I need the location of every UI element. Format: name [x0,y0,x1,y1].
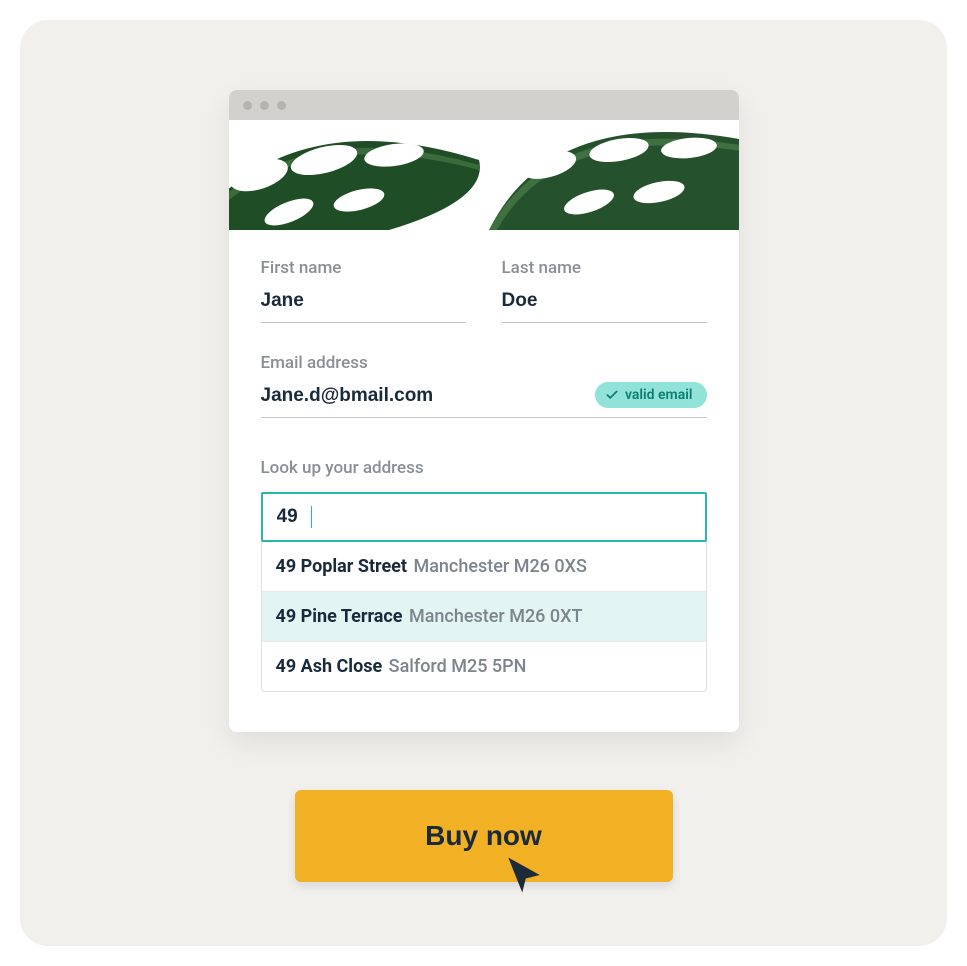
valid-email-text: valid email [625,387,693,403]
text-caret-icon [311,506,312,528]
first-name-field: First name [261,258,466,323]
cursor-icon [503,854,545,896]
hero-image [229,120,739,230]
last-name-label: Last name [502,258,707,278]
suggestion-street: 49 Pine Terrace [276,606,407,627]
address-lookup-label: Look up your address [261,458,707,478]
checkout-form: First name Last name Email address valid… [229,230,739,732]
browser-window: First name Last name Email address valid… [229,90,739,732]
address-suggestion[interactable]: 49 Ash Close Salford M25 5PN [262,641,706,691]
suggestion-locality: Manchester M26 0XS [413,556,586,577]
address-input-wrap[interactable] [261,492,707,542]
traffic-light-icon [277,101,286,110]
first-name-label: First name [261,258,466,278]
address-suggestion[interactable]: 49 Poplar Street Manchester M26 0XS [262,542,706,591]
suggestion-locality: Manchester M26 0XT [409,606,582,627]
first-name-input[interactable] [261,290,466,323]
suggestion-street: 49 Poplar Street [276,556,412,577]
email-label: Email address [261,353,707,373]
address-suggestions: 49 Poplar Street Manchester M26 0XS49 Pi… [261,542,707,692]
canvas: First name Last name Email address valid… [20,20,947,946]
address-input[interactable] [263,494,323,540]
window-titlebar [229,90,739,120]
buy-now-button[interactable]: Buy now [295,790,673,882]
valid-email-badge: valid email [595,382,707,408]
last-name-input[interactable] [502,290,707,323]
buy-now-wrap: Buy now [295,790,673,882]
last-name-field: Last name [502,258,707,323]
address-suggestion[interactable]: 49 Pine Terrace Manchester M26 0XT [262,591,706,641]
suggestion-street: 49 Ash Close [276,656,387,677]
suggestion-locality: Salford M25 5PN [389,656,527,677]
traffic-light-icon [243,101,252,110]
check-icon [605,388,619,402]
traffic-light-icon [260,101,269,110]
